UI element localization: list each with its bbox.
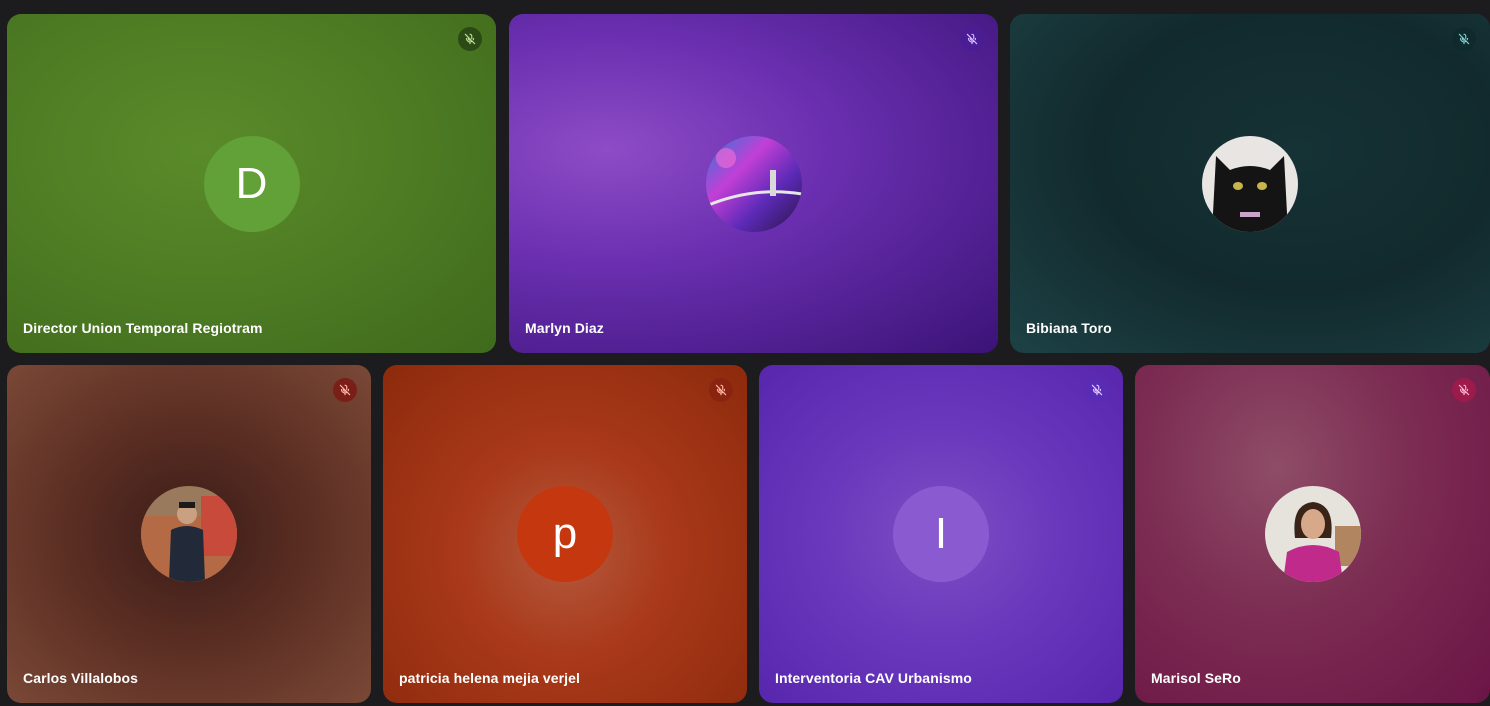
participant-name: patricia helena mejia verjel bbox=[399, 670, 581, 686]
meeting-grid: D Director Union Temporal Regiotram Marl… bbox=[0, 0, 1490, 706]
avatar-initial: I bbox=[934, 509, 948, 558]
participant-name: Interventoria CAV Urbanismo bbox=[775, 670, 972, 686]
avatar-initial: D bbox=[235, 158, 268, 208]
participant-tile[interactable]: Marisol SeRo bbox=[1135, 365, 1490, 703]
avatar-photo bbox=[1264, 486, 1361, 582]
participant-tile[interactable]: D Director Union Temporal Regiotram bbox=[7, 14, 496, 353]
mic-off-icon bbox=[960, 27, 984, 51]
avatar: I bbox=[893, 486, 989, 582]
participant-name: Director Union Temporal Regiotram bbox=[23, 320, 263, 336]
participant-name: Carlos Villalobos bbox=[23, 670, 139, 686]
participant-name: Marlyn Diaz bbox=[525, 320, 604, 336]
avatar: D bbox=[203, 135, 300, 232]
mic-off-icon bbox=[1452, 27, 1476, 51]
participant-tile[interactable]: Carlos Villalobos bbox=[7, 365, 371, 703]
mic-off-icon bbox=[458, 27, 482, 51]
participant-tile[interactable]: Bibiana Toro bbox=[1010, 14, 1490, 353]
avatar-photo bbox=[1202, 135, 1298, 232]
avatar-initial: p bbox=[552, 509, 578, 558]
participant-tile[interactable]: Marlyn Diaz bbox=[509, 14, 998, 353]
participant-name: Marisol SeRo bbox=[1151, 670, 1241, 686]
participant-name: Bibiana Toro bbox=[1026, 320, 1112, 336]
mic-off-icon bbox=[709, 378, 733, 402]
avatar-photo bbox=[705, 135, 802, 232]
avatar: p bbox=[517, 486, 613, 582]
mic-off-icon bbox=[333, 378, 357, 402]
mic-off-icon bbox=[1452, 378, 1476, 402]
participant-tile[interactable]: I Interventoria CAV Urbanismo bbox=[759, 365, 1123, 703]
participant-tile[interactable]: p patricia helena mejia verjel bbox=[383, 365, 747, 703]
mic-off-icon bbox=[1085, 378, 1109, 402]
avatar-photo bbox=[141, 486, 237, 582]
